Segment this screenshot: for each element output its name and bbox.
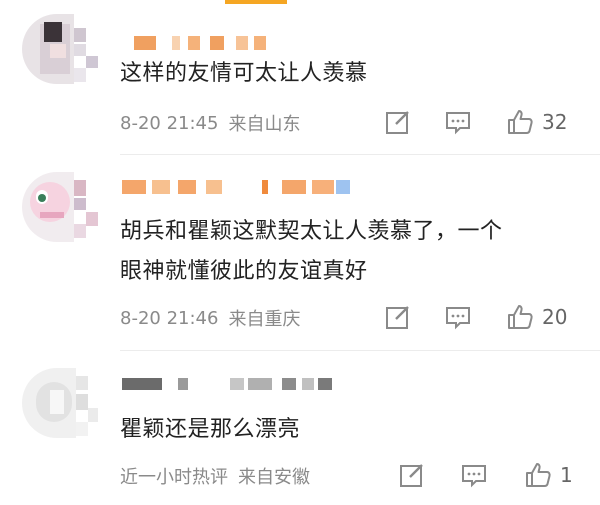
username-obscured[interactable] bbox=[122, 180, 362, 196]
comment-text-line2: 眼神就懂彼此的友谊真好 bbox=[120, 259, 368, 284]
comment-actions: 32 bbox=[380, 108, 580, 138]
like-count: 1 bbox=[560, 463, 573, 487]
like-icon[interactable] bbox=[506, 108, 534, 136]
comment-meta: 近一小时热评 来自安徽 bbox=[120, 461, 310, 491]
comment-time: 8-20 21:45 bbox=[120, 112, 219, 134]
comment-actions: 1 bbox=[394, 461, 584, 491]
comment-text-line1: 胡兵和瞿颖这默契太让人羡慕了，一个 bbox=[120, 219, 503, 244]
username-obscured[interactable] bbox=[122, 378, 362, 394]
comment-time: 8-20 21:46 bbox=[120, 307, 219, 329]
comment-location: 来自山东 bbox=[228, 114, 301, 135]
comment-location: 来自安徽 bbox=[238, 467, 310, 488]
like-icon[interactable] bbox=[506, 303, 534, 331]
username-obscured[interactable] bbox=[122, 36, 282, 52]
avatar[interactable] bbox=[22, 172, 98, 242]
comment-icon[interactable] bbox=[460, 461, 488, 489]
top-accent-bar bbox=[225, 0, 287, 4]
divider bbox=[120, 350, 600, 351]
avatar[interactable] bbox=[22, 368, 98, 438]
comment-hot-label: 近一小时热评 bbox=[120, 467, 228, 488]
comment-text: 这样的友情可太让人羡慕 bbox=[120, 61, 368, 86]
like-count: 20 bbox=[542, 305, 568, 329]
comment-actions: 20 bbox=[380, 303, 580, 333]
like-icon[interactable] bbox=[524, 461, 552, 489]
comment-location: 来自重庆 bbox=[228, 309, 301, 330]
avatar[interactable] bbox=[22, 14, 98, 84]
edit-icon[interactable] bbox=[398, 461, 426, 489]
comment-meta: 8-20 21:46 来自重庆 bbox=[120, 303, 300, 333]
edit-icon[interactable] bbox=[384, 108, 412, 136]
edit-icon[interactable] bbox=[384, 303, 412, 331]
comment-text: 瞿颖还是那么漂亮 bbox=[120, 417, 301, 442]
like-count: 32 bbox=[542, 110, 568, 134]
comment-icon[interactable] bbox=[444, 108, 472, 136]
divider bbox=[120, 154, 600, 155]
comment-meta: 8-20 21:45 来自山东 bbox=[120, 108, 300, 138]
comment-icon[interactable] bbox=[444, 303, 472, 331]
